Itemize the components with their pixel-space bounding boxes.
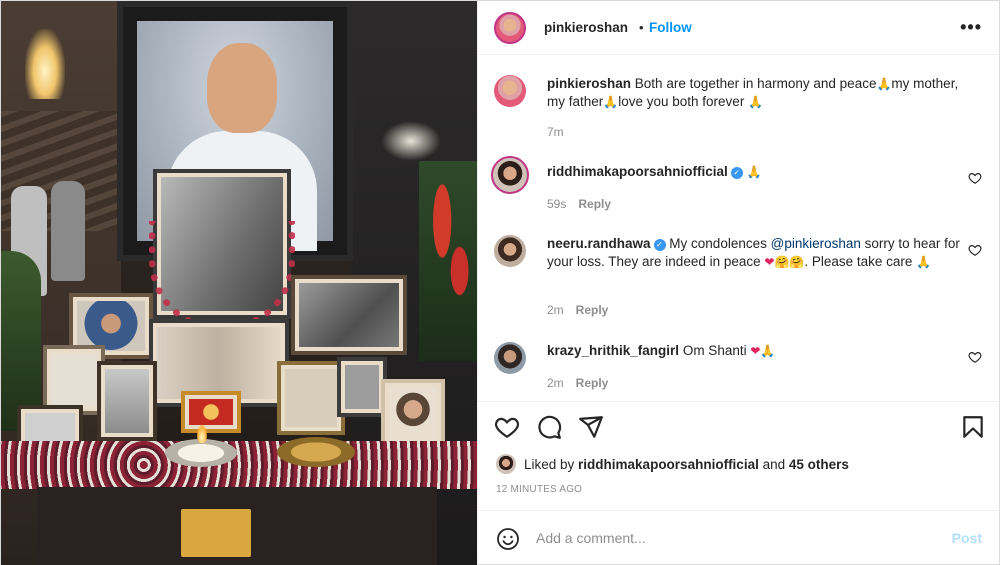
heart-icon[interactable] — [968, 243, 982, 257]
comment-text: neeru.randhawa ✓ My condolences @pinkiero… — [547, 235, 967, 271]
verified-icon: ✓ — [730, 167, 743, 179]
deity-frame — [181, 391, 241, 433]
header-username[interactable]: pinkieroshan — [544, 20, 628, 35]
caption-text: pinkieroshan Both are together in harmon… — [547, 75, 967, 111]
plant-right — [419, 161, 477, 361]
caption-text-part: love you both forever — [618, 94, 745, 109]
brass-plate — [277, 437, 355, 467]
comment-meta: 2m Reply — [547, 303, 609, 317]
flower-covered-table — [1, 441, 477, 489]
pray-emoji: 🙏 — [916, 255, 932, 269]
likes-count-link[interactable]: 45 others — [789, 457, 849, 472]
caption-time: 7m — [547, 125, 564, 139]
avatar[interactable] — [496, 454, 516, 474]
pray-emoji: 🙏 — [748, 95, 764, 109]
post-frame: pinkieroshan • Follow ••• pinkieroshan B… — [0, 0, 1000, 565]
heart-emoji: ❤ — [764, 255, 775, 269]
liked-by-middle: and — [758, 457, 789, 472]
caption: pinkieroshan Both are together in harmon… — [494, 75, 984, 145]
mention-link[interactable]: @pinkieroshan — [771, 236, 861, 251]
diya-plate — [165, 439, 237, 467]
comment-text-part: My condolences — [669, 236, 771, 251]
post-timestamp: 12 MINUTES AGO — [496, 484, 583, 495]
comment-text: krazy_hrithik_fangirl Om Shanti ❤🙏 — [547, 342, 967, 360]
liked-by-user[interactable]: riddhimakapoorsahniofficial — [578, 457, 759, 472]
hug-emoji: 🤗 — [774, 255, 790, 269]
chandelier — [25, 29, 65, 99]
caption-username[interactable]: pinkieroshan — [547, 76, 631, 91]
reply-button[interactable]: Reply — [576, 376, 609, 390]
comment-item: krazy_hrithik_fangirl Om Shanti ❤🙏 2m Rep… — [494, 342, 984, 396]
comment-meta: 2m Reply — [547, 376, 609, 390]
action-bar — [478, 401, 1000, 451]
heart-emoji: ❤ — [750, 344, 761, 358]
avatar[interactable] — [491, 156, 529, 194]
add-comment-input[interactable] — [536, 527, 926, 549]
separator-dot: • — [639, 20, 644, 35]
gift-bag — [181, 509, 251, 557]
pray-emoji: 🙏 — [746, 165, 762, 179]
follow-button[interactable]: Follow — [649, 20, 692, 35]
heart-icon[interactable] — [968, 171, 982, 185]
bw-photo-frame — [291, 275, 407, 355]
comment-text-part: . Please take care — [804, 254, 917, 269]
diya-flame — [197, 425, 207, 443]
walking-photo-frame — [97, 361, 157, 441]
more-icon[interactable]: ••• — [960, 17, 982, 38]
plant-left — [1, 251, 41, 431]
hug-emoji: 🤗 — [789, 255, 805, 269]
reply-button[interactable]: Reply — [576, 303, 609, 317]
reply-button[interactable]: Reply — [578, 197, 611, 211]
avatar[interactable] — [494, 342, 526, 374]
pray-emoji: 🙏 — [760, 344, 776, 358]
avatar[interactable] — [494, 12, 526, 44]
comment-username[interactable]: riddhimakapoorsahniofficial — [547, 164, 728, 179]
avatar[interactable] — [494, 235, 526, 267]
comment-meta: 59s Reply — [547, 197, 612, 211]
comment-item: neeru.randhawa ✓ My condolences @pinkiero… — [494, 235, 984, 325]
comment-text-part: Om Shanti — [682, 343, 751, 358]
post-photo[interactable] — [1, 1, 477, 565]
post-button[interactable]: Post — [952, 530, 982, 546]
background-person — [51, 181, 85, 281]
comment-icon[interactable] — [536, 414, 562, 440]
pencil-portrait-frame — [277, 361, 345, 435]
liked-by-text: Liked by riddhimakapoorsahniofficial and… — [524, 457, 849, 472]
like-heart-icon[interactable] — [494, 414, 520, 440]
post-sidebar: pinkieroshan • Follow ••• pinkieroshan B… — [477, 1, 1000, 565]
comment-username[interactable]: neeru.randhawa — [547, 236, 651, 251]
comment-item: riddhimakapoorsahniofficial ✓ 🙏 59s Reply — [491, 156, 984, 219]
comment-text: riddhimakapoorsahniofficial ✓ 🙏 — [547, 163, 967, 181]
bookmark-icon[interactable] — [960, 414, 986, 440]
share-icon[interactable] — [578, 414, 604, 440]
verified-icon: ✓ — [653, 239, 666, 251]
emoji-icon[interactable] — [496, 527, 520, 551]
post-header: pinkieroshan • Follow ••• — [478, 1, 1000, 55]
comment-username[interactable]: krazy_hrithik_fangirl — [547, 343, 679, 358]
pray-emoji: 🙏 — [603, 95, 619, 109]
caption-text-part: Both are together in harmony and peace — [634, 76, 877, 91]
heart-icon[interactable] — [968, 350, 982, 364]
add-comment-bar: Post — [478, 510, 1000, 565]
liked-by-prefix: Liked by — [524, 457, 579, 472]
pray-emoji: 🙏 — [876, 77, 892, 91]
avatar[interactable] — [494, 75, 526, 107]
small-bw-frame — [337, 357, 387, 417]
